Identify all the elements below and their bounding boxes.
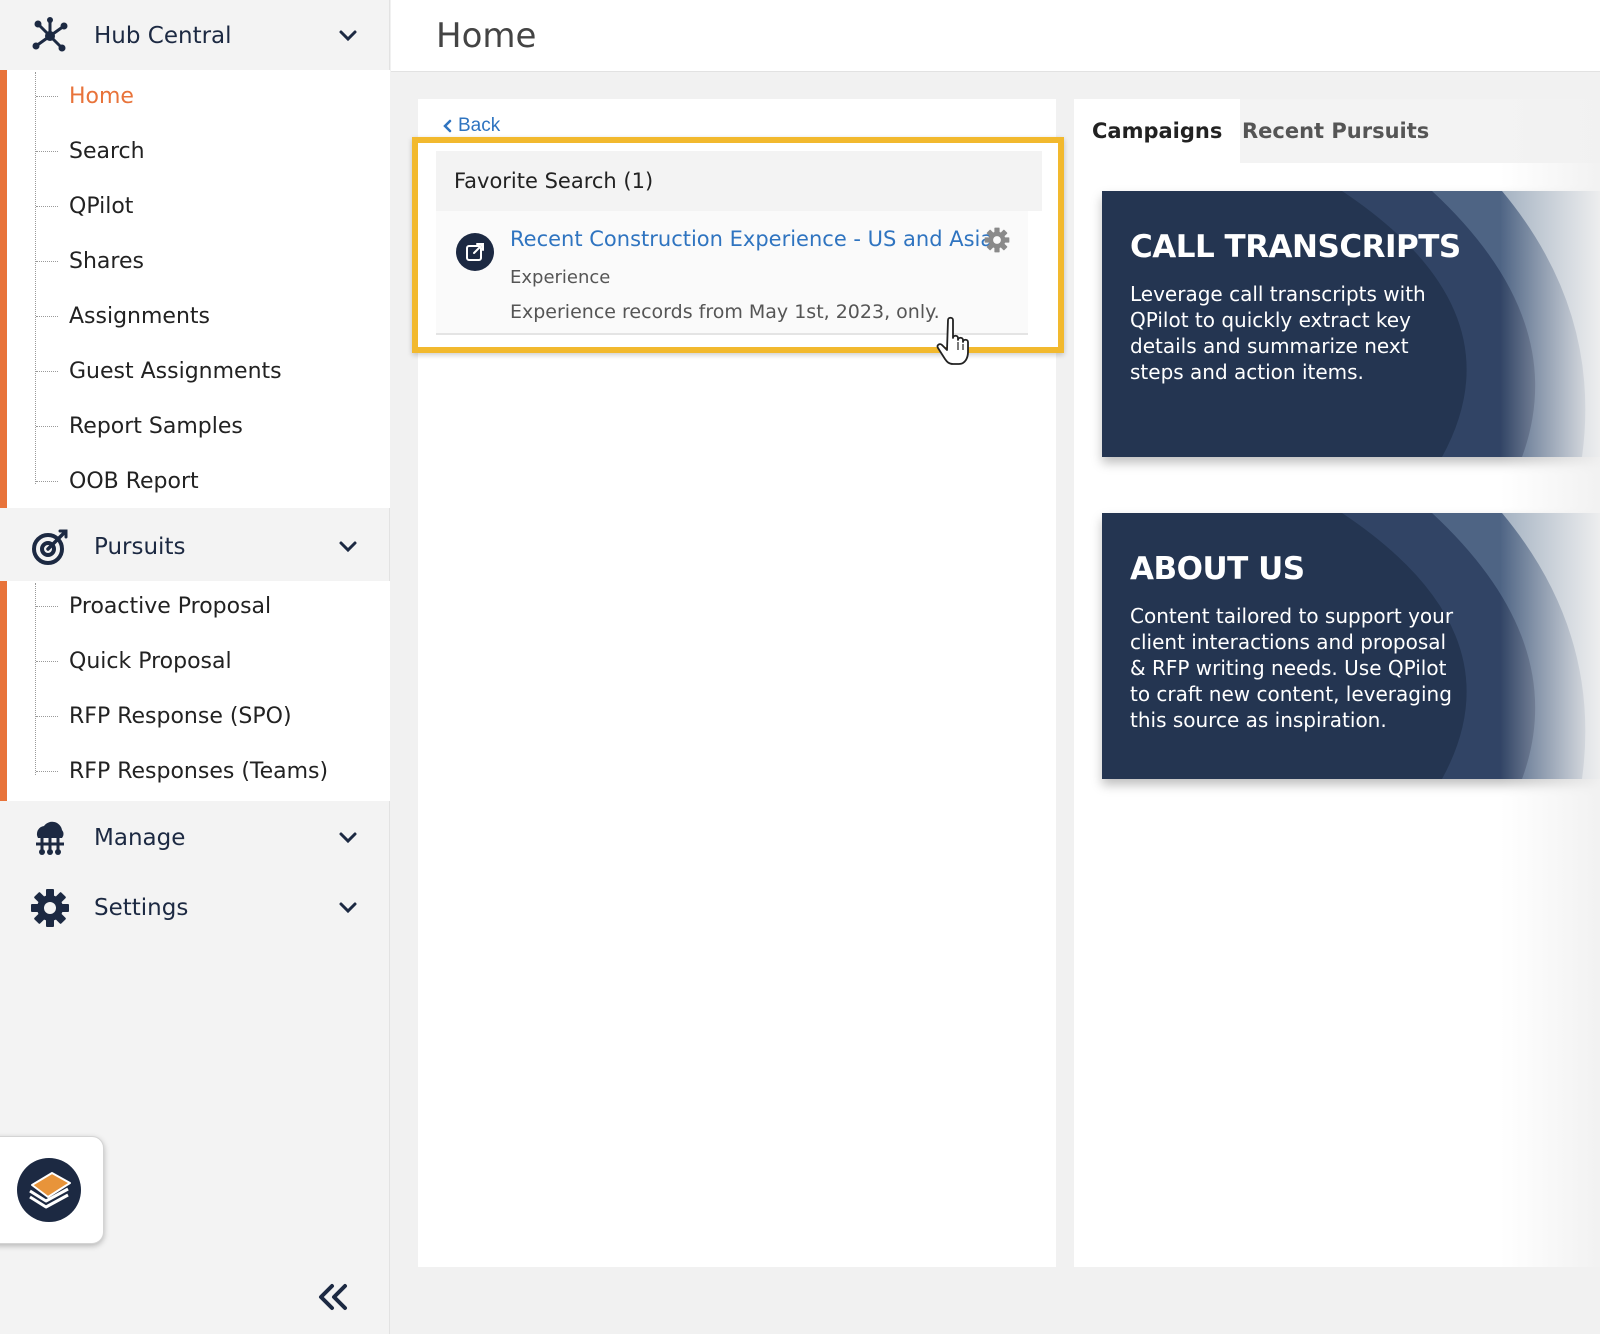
nav-label: Quick Proposal <box>69 648 232 674</box>
nav-label: Report Samples <box>69 413 243 439</box>
hand-cursor-icon <box>936 316 969 365</box>
section-settings[interactable]: Settings <box>0 872 390 944</box>
nav-label: Shares <box>69 248 144 274</box>
double-chevron-left-icon[interactable] <box>316 1282 350 1312</box>
back-label: Back <box>458 115 501 136</box>
nav-item-shares[interactable]: Shares <box>36 241 144 281</box>
top-bar: Home <box>391 0 1600 72</box>
chevron-down-icon[interactable] <box>336 24 360 48</box>
nav-item-assignments[interactable]: Assignments <box>36 296 210 336</box>
nav-label: RFP Responses (Teams) <box>69 758 329 784</box>
section-label: Manage <box>94 825 186 851</box>
target-icon <box>28 525 72 569</box>
open-external-icon[interactable] <box>456 233 494 271</box>
layers-app-icon <box>17 1158 81 1222</box>
nav-item-search[interactable]: Search <box>36 131 145 171</box>
cloud-network-icon <box>28 816 72 860</box>
nav-label: QPilot <box>69 193 134 219</box>
nav-label: OOB Report <box>69 468 199 494</box>
nav-label: Assignments <box>69 303 210 329</box>
nav-item-rfp-responses-teams[interactable]: RFP Responses (Teams) <box>36 751 328 791</box>
chevron-down-icon[interactable] <box>336 826 360 850</box>
section-label: Hub Central <box>94 23 232 49</box>
nav-item-home[interactable]: Home <box>36 76 134 116</box>
active-section-accent <box>0 581 7 801</box>
section-label: Pursuits <box>94 534 186 560</box>
gear-icon[interactable] <box>984 227 1010 253</box>
nav-label: Search <box>69 138 145 164</box>
back-link[interactable]: Back <box>442 115 500 137</box>
campaign-card-call-transcripts[interactable]: CALL TRANSCRIPTS Leverage call transcrip… <box>1102 191 1600 457</box>
favorite-search-heading[interactable]: Favorite Search (1) <box>436 151 1042 211</box>
nav-label: Guest Assignments <box>69 358 282 384</box>
card-body: Content tailored to support your client … <box>1130 604 1454 732</box>
sidebar: Hub Central Home Search QPilot Shares As… <box>0 0 390 1334</box>
nav-label: RFP Response (SPO) <box>69 703 292 729</box>
tab-campaigns[interactable]: Campaigns <box>1074 99 1241 163</box>
gear-icon <box>28 886 72 930</box>
page-title: Home <box>436 16 537 56</box>
nav-label: Proactive Proposal <box>69 593 272 619</box>
campaigns-panel: Campaigns Recent Pursuits CALL TRANSCRIP… <box>1074 99 1600 1267</box>
nav-item-quick-proposal[interactable]: Quick Proposal <box>36 641 232 681</box>
chevron-down-icon[interactable] <box>336 535 360 559</box>
favorite-search-type: Experience <box>510 267 611 288</box>
section-pursuits[interactable]: Pursuits <box>0 511 390 583</box>
section-manage[interactable]: Manage <box>0 802 390 874</box>
favorites-panel: Back Favorite Search (1) Recent Construc… <box>412 99 1064 1267</box>
section-label: Settings <box>94 895 189 921</box>
card-title: ABOUT US <box>1130 551 1305 587</box>
chevron-left-icon <box>443 119 452 133</box>
nav-label: Home <box>69 83 134 109</box>
favorite-search-description: Experience records from May 1st, 2023, o… <box>510 301 940 323</box>
app-launcher-button[interactable] <box>0 1136 104 1244</box>
nav-item-oob-report[interactable]: OOB Report <box>36 461 199 501</box>
tab-recent-pursuits[interactable]: Recent Pursuits <box>1224 99 1447 163</box>
campaign-card-about-us[interactable]: ABOUT US Content tailored to support you… <box>1102 513 1600 779</box>
active-section-accent <box>0 70 7 508</box>
nav-item-guest-assignments[interactable]: Guest Assignments <box>36 351 282 391</box>
section-hub-central[interactable]: Hub Central <box>0 0 390 72</box>
nav-item-proactive-proposal[interactable]: Proactive Proposal <box>36 586 271 626</box>
hub-network-icon <box>28 14 72 58</box>
nav-item-qpilot[interactable]: QPilot <box>36 186 133 226</box>
chevron-down-icon[interactable] <box>336 896 360 920</box>
card-body: Leverage call transcripts with QPilot to… <box>1130 282 1426 384</box>
card-title: CALL TRANSCRIPTS <box>1130 229 1461 265</box>
nav-item-rfp-response-spo[interactable]: RFP Response (SPO) <box>36 696 292 736</box>
favorite-search-title-link[interactable]: Recent Construction Experience - US and … <box>510 227 993 251</box>
tab-bar: Campaigns Recent Pursuits <box>1074 99 1600 163</box>
nav-item-report-samples[interactable]: Report Samples <box>36 406 243 446</box>
